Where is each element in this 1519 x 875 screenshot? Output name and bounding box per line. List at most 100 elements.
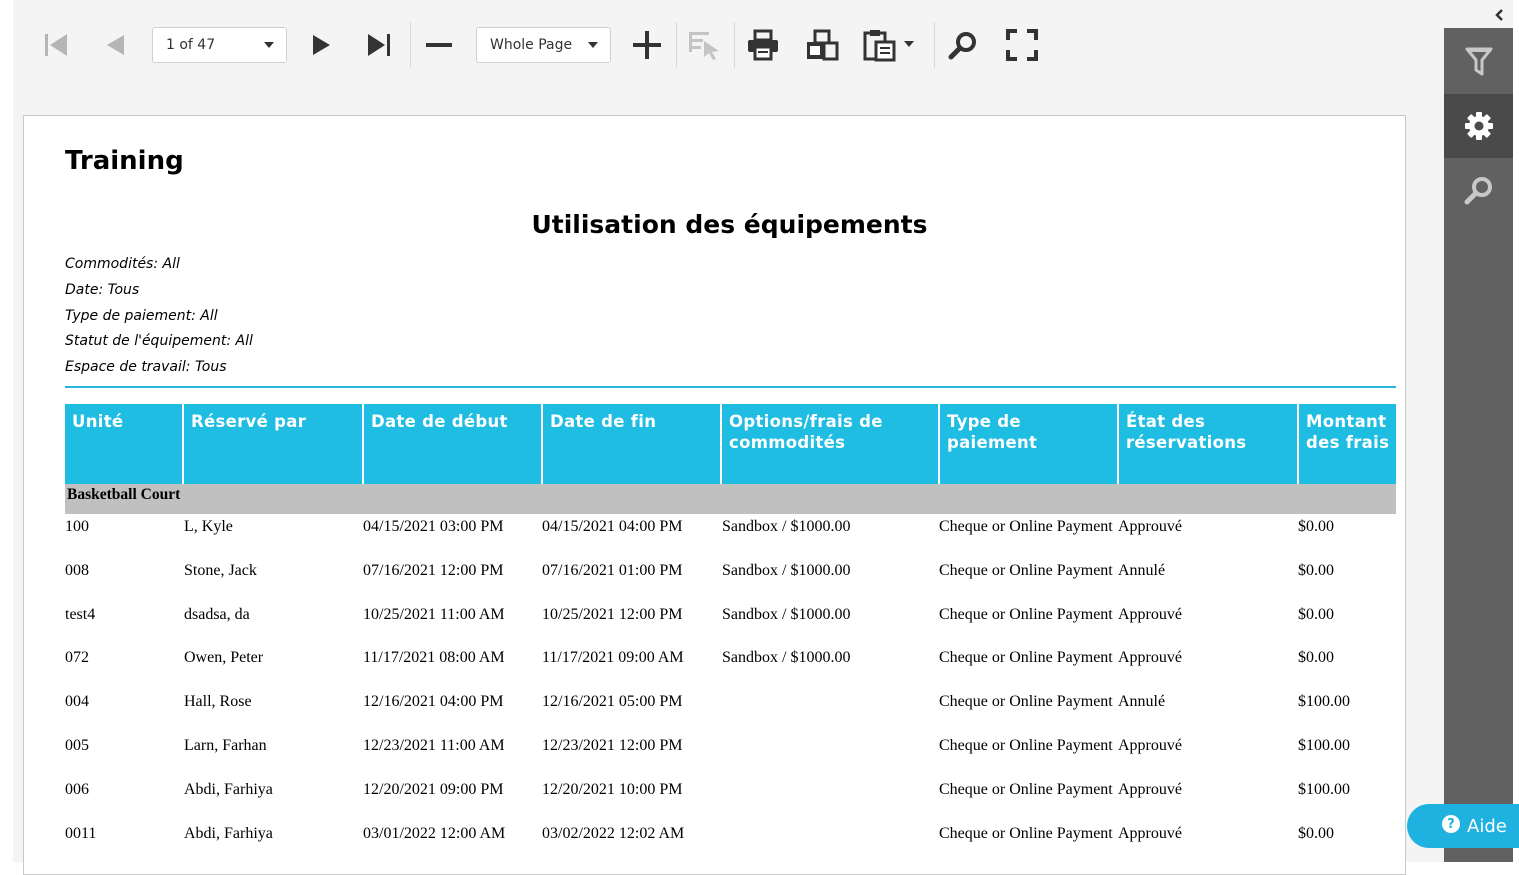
cell-options: Sandbox / $1000.00 <box>722 561 851 579</box>
page-setup-button[interactable] <box>801 27 843 63</box>
cell-end-date: 03/02/2022 12:02 AM <box>542 824 685 842</box>
cell-end-date: 12/20/2021 10:00 PM <box>542 780 683 798</box>
page-indicator-text: 1 of 47 <box>166 37 216 53</box>
cell-unit: 004 <box>65 693 89 711</box>
question-icon: ? <box>1442 815 1460 833</box>
cell-payment-type: Cheque or Online Payment <box>939 605 1113 623</box>
filter-line: Type de paiement: All <box>65 307 218 324</box>
cell-start-date: 04/15/2021 03:00 PM <box>363 518 504 535</box>
cell-options <box>722 823 939 867</box>
cell-payment-type: Cheque or Online Payment <box>939 824 1113 842</box>
table-body: 100 L, Kyle 04/15/2021 03:00 PM 04/15/2021 … <box>65 516 1396 866</box>
cell-options <box>722 735 939 779</box>
select-cursor-icon <box>689 32 719 60</box>
previous-page-icon <box>107 35 124 55</box>
cell-end-date: 12/16/2021 05:00 PM <box>542 693 683 711</box>
filter-line: Statut de l'équipement: All <box>65 333 253 350</box>
cell-unit: 072 <box>65 649 89 667</box>
fullscreen-button[interactable] <box>1001 27 1043 63</box>
window-edge <box>1513 0 1519 862</box>
search-button[interactable] <box>943 27 983 63</box>
chevron-left-icon <box>1495 9 1503 21</box>
table-row: 005 Larn, Farhan 12/23/2021 11:00 AM 12/23/… <box>65 735 1396 779</box>
zoom-in-button[interactable] <box>627 27 667 63</box>
table-header: Unité Réservé par Date de début Date de … <box>65 404 1396 484</box>
column-header: Date de début <box>364 404 543 484</box>
column-header: Options/frais de commodités <box>722 404 940 484</box>
toolbar-divider <box>676 22 677 68</box>
group-header: Basketball Court <box>65 484 1396 514</box>
parameters-panel-button[interactable] <box>1444 30 1513 94</box>
next-page-button[interactable] <box>303 27 339 63</box>
cell-reserved-by: Abdi, Farhiya <box>184 824 273 842</box>
cell-status: Approuvé <box>1118 605 1182 623</box>
cell-payment-type: Cheque or Online Payment <box>939 693 1113 711</box>
cell-unit: 100 <box>65 518 89 535</box>
zoom-mode-selector[interactable]: Whole Page <box>476 27 611 63</box>
cell-fee: $0.00 <box>1298 649 1334 667</box>
cell-fee: $0.00 <box>1298 518 1334 535</box>
column-header: Unité <box>65 404 184 484</box>
cell-fee: $0.00 <box>1298 605 1334 623</box>
report-title: Utilisation des équipements <box>531 210 928 239</box>
print-button[interactable] <box>743 27 783 63</box>
cell-status: Annulé <box>1118 693 1166 711</box>
cell-start-date: 12/20/2021 09:00 PM <box>363 780 504 798</box>
cell-options: Sandbox / $1000.00 <box>722 649 851 667</box>
cell-end-date: 11/17/2021 09:00 AM <box>542 649 684 667</box>
gear-icon <box>1464 112 1493 140</box>
divider <box>65 386 1396 388</box>
cell-options: Sandbox / $1000.00 <box>722 518 851 535</box>
cell-options: Sandbox / $1000.00 <box>722 605 851 623</box>
toolbar-divider <box>410 22 411 68</box>
cell-options <box>722 779 939 823</box>
cell-end-date: 10/25/2021 12:00 PM <box>542 605 683 623</box>
toolbar-divider <box>934 22 935 68</box>
last-page-button[interactable] <box>359 27 399 63</box>
cell-unit: 005 <box>65 736 89 754</box>
cell-fee: $100.00 <box>1298 780 1350 798</box>
cell-fee: $0.00 <box>1298 824 1334 842</box>
column-header: Type de paiement <box>940 404 1119 484</box>
table-row: 008 Stone, Jack 07/16/2021 12:00 PM 07/16/2… <box>65 560 1396 604</box>
cell-status: Approuvé <box>1118 780 1182 798</box>
report-page: Training Utilisation des équipements Com… <box>23 115 1406 875</box>
cell-reserved-by: Larn, Farhan <box>184 736 267 754</box>
previous-page-button[interactable] <box>97 27 133 63</box>
settings-panel-button[interactable] <box>1444 94 1513 158</box>
filter-line: Commodités: All <box>65 256 180 272</box>
selection-tool-button[interactable] <box>684 27 726 63</box>
last-page-icon <box>368 34 390 56</box>
table-row: 006 Abdi, Farhiya 12/20/2021 09:00 PM 12/20… <box>65 779 1396 823</box>
cell-fee: $100.00 <box>1298 693 1350 711</box>
company-name: Training <box>65 146 184 176</box>
chevron-down-icon <box>264 42 274 48</box>
toolbar-divider <box>734 22 735 68</box>
printer-icon <box>748 29 778 61</box>
chevron-down-icon <box>588 42 598 48</box>
next-page-icon <box>313 35 330 55</box>
toolbar: 1 of 47 Whole Page <box>13 0 1444 92</box>
filter-line: Espace de travail: Tous <box>65 359 227 376</box>
cell-start-date: 12/16/2021 04:00 PM <box>363 693 504 711</box>
help-label: Aide <box>1467 815 1507 837</box>
table-row: 072 Owen, Peter 11/17/2021 08:00 AM 11/17/2… <box>65 647 1396 691</box>
plus-icon <box>633 31 661 59</box>
table-row: test4 dsadsa, da 10/25/2021 11:00 AM 10/25/… <box>65 604 1396 648</box>
help-button[interactable]: ? Aide <box>1407 804 1519 848</box>
cell-unit: test4 <box>65 605 96 623</box>
report-filters: Commodités: All Date: Tous Type de paiem… <box>65 253 253 382</box>
cell-payment-type: Cheque or Online Payment <box>939 780 1113 798</box>
column-header: État des réservations <box>1119 404 1299 484</box>
collapse-panel-button[interactable] <box>1490 6 1508 24</box>
search-panel-button[interactable] <box>1444 158 1513 222</box>
cell-status: Approuvé <box>1118 736 1182 754</box>
export-button[interactable] <box>859 27 919 63</box>
cell-status: Approuvé <box>1118 649 1182 667</box>
page-selector[interactable]: 1 of 47 <box>152 27 287 63</box>
column-header: Date de fin <box>543 404 722 484</box>
cell-reserved-by: L, Kyle <box>184 518 233 535</box>
zoom-out-button[interactable] <box>419 27 459 63</box>
cell-reserved-by: dsadsa, da <box>184 605 250 623</box>
first-page-button[interactable] <box>37 27 75 63</box>
